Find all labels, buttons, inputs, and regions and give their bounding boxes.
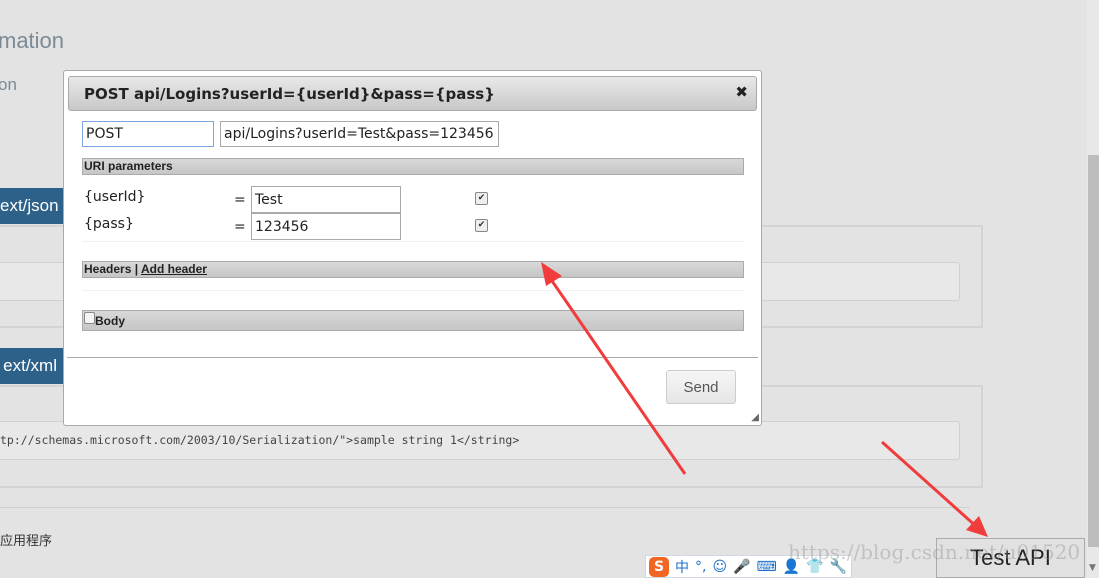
arrow-to-headers [541,262,687,475]
emoji-icon[interactable]: ☺ [712,559,727,575]
sogou-logo-icon[interactable]: S [649,556,669,577]
arrow-to-test-api [880,440,988,537]
annotation-arrows [541,262,988,537]
chinese-mode-icon[interactable]: 中 [675,557,689,577]
microphone-icon[interactable]: 🎤 [733,559,750,575]
keyboard-icon[interactable]: ⌨ [757,559,777,575]
watermark: https://blog.csdn.net/u01520 [788,540,1081,564]
punctuation-icon[interactable]: °, [695,559,706,575]
